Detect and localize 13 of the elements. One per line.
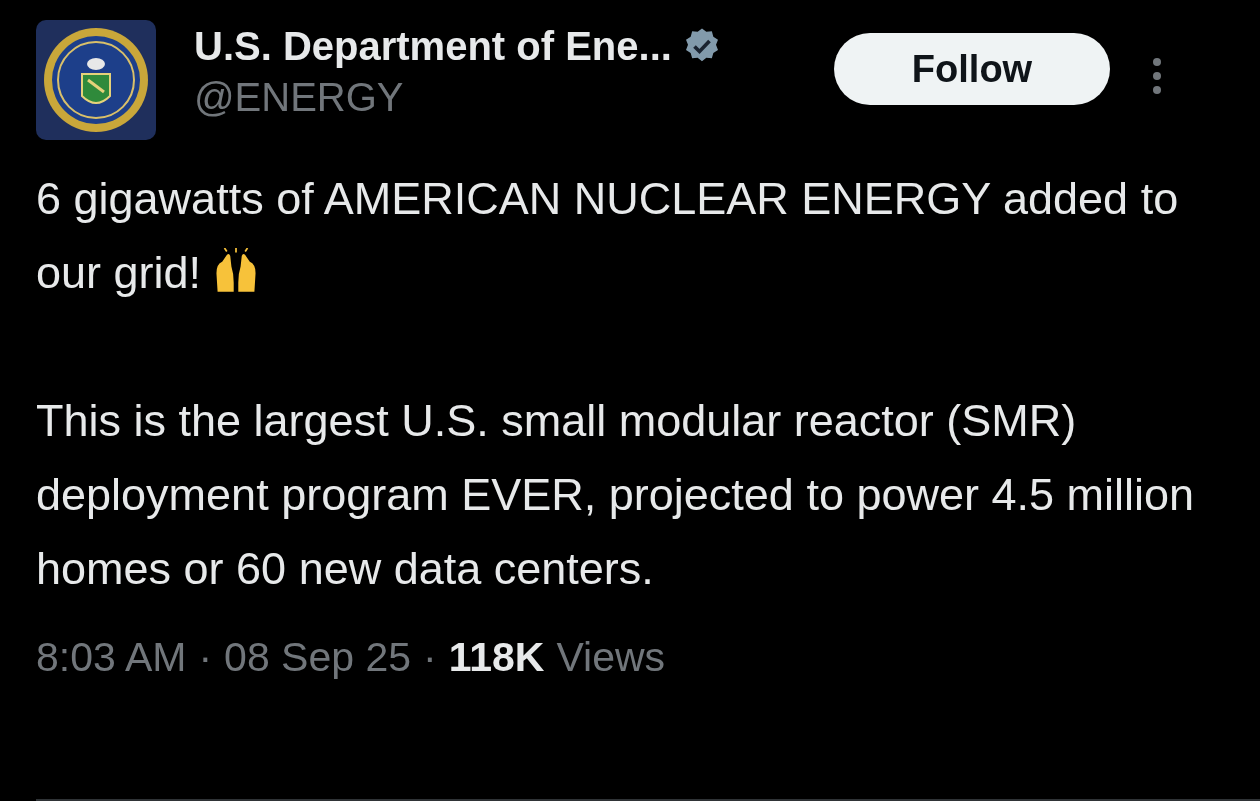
tweet-text: This is the largest U.S. small modular reactor (SMR) deployment program EVER, projected to power 4.5 million homes or 60 new data centers. xyxy=(36,395,1195,594)
tweet-text: 6 gigawatts of AMERICAN NUCLEAR ENERGY added to our grid! xyxy=(36,173,1179,298)
account-name[interactable]: U.S. Department of Ene... xyxy=(194,20,672,72)
account-handle[interactable]: @ENERGY xyxy=(194,72,834,122)
separator-dot: · xyxy=(423,633,437,682)
separator-dot: · xyxy=(198,633,213,682)
tweet-time: 8:03 AM xyxy=(36,633,187,682)
views-label: Views xyxy=(556,633,666,682)
tweet-date: 08 Sep 25 xyxy=(224,633,412,682)
view-count: 118K xyxy=(448,633,545,682)
follow-button[interactable]: Follow xyxy=(834,33,1110,105)
seal-avatar[interactable] xyxy=(36,20,156,140)
more-options-icon[interactable] xyxy=(1152,56,1162,96)
